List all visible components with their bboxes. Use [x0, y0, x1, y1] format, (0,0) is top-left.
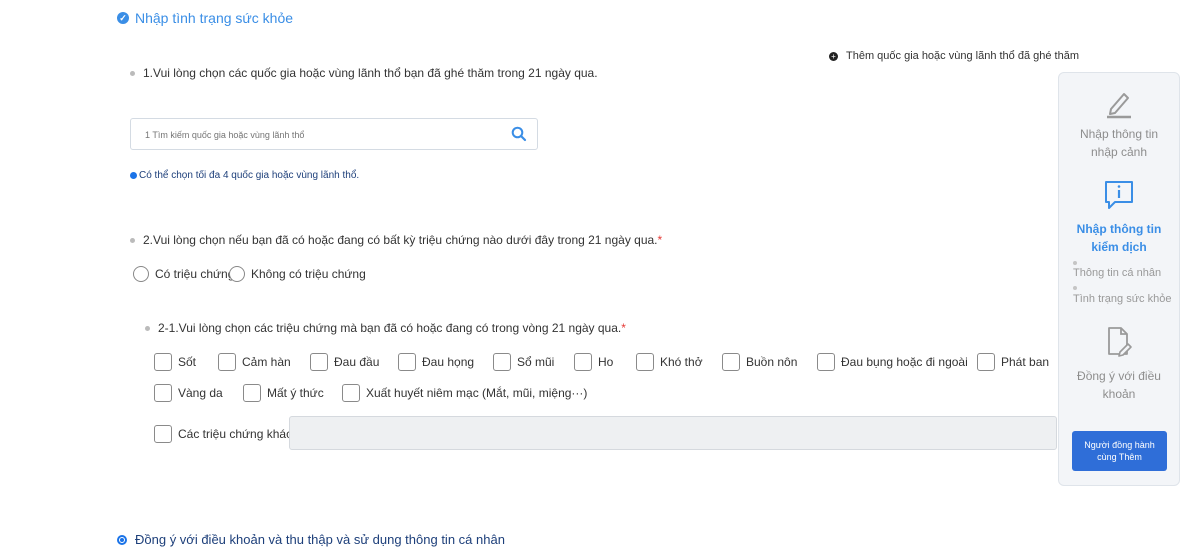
- checkbox[interactable]: [817, 353, 835, 371]
- checkbox[interactable]: [574, 353, 592, 371]
- symptom-label: Xuất huyết niêm mạc (Mắt, mũi, miệng···): [366, 386, 588, 400]
- add-companion-line2: cùng Thêm: [1097, 452, 1142, 462]
- checkbox[interactable]: [154, 425, 172, 443]
- symptom-label: Khó thở: [660, 355, 703, 369]
- symptom-nausea[interactable]: Buồn nôn: [722, 353, 797, 371]
- question-2: 2.Vui lòng chọn nếu bạn đã có hoặc đang …: [130, 233, 662, 247]
- radio-no-symptoms[interactable]: Không có triệu chứng: [229, 266, 366, 282]
- add-companion-line1: Người đồng hành: [1084, 440, 1155, 450]
- substep-personal-info[interactable]: Thông tin cá nhân: [1073, 267, 1161, 279]
- symptom-headache[interactable]: Đau đầu: [310, 353, 379, 371]
- add-country-label: Thêm quốc gia hoặc vùng lãnh thổ đã ghé …: [846, 50, 1079, 62]
- consent-section-title[interactable]: Đồng ý với điều khoản và thu thập và sử …: [117, 532, 505, 547]
- info-dot-icon: [130, 172, 137, 179]
- radio-no-symptoms-label: Không có triệu chứng: [251, 267, 366, 281]
- symptom-sore-throat[interactable]: Đau họng: [398, 353, 474, 371]
- step-agree-terms[interactable]: Đồng ý với điều khoản: [1059, 367, 1179, 403]
- symptom-fever[interactable]: Sốt: [154, 353, 196, 371]
- question-1-label: 1.Vui lòng chọn các quốc gia hoặc vùng l…: [143, 66, 598, 80]
- symptom-other-label: Các triệu chứng khác: [178, 427, 293, 441]
- symptom-label: Buồn nôn: [746, 355, 798, 369]
- symptom-other[interactable]: Các triệu chứng khác: [154, 425, 292, 443]
- question-2-1-label: 2-1.Vui lòng chọn các triệu chứng mà bạn…: [158, 321, 622, 335]
- country-search-input[interactable]: [143, 120, 507, 150]
- health-section-title: ✓ Nhập tình trạng sức khỏe: [117, 10, 293, 26]
- info-message-icon: [1105, 181, 1133, 209]
- symptom-label: Mất ý thức: [267, 386, 324, 400]
- check-circle-icon: ✓: [117, 12, 129, 24]
- symptom-label: Sổ mũi: [517, 355, 555, 369]
- country-search-box: [130, 118, 538, 150]
- bullet-dot-icon: [130, 237, 135, 243]
- step-quarantine-info-line2: kiểm dịch: [1091, 240, 1147, 254]
- progress-sidebar: Nhập thông tin nhập cảnh Nhập thông tin …: [1058, 72, 1180, 486]
- question-1: 1.Vui lòng chọn các quốc gia hoặc vùng l…: [130, 66, 598, 80]
- symptom-label: Sốt: [178, 355, 197, 369]
- pencil-icon: [1107, 93, 1131, 119]
- step-entry-info-line2: nhập cảnh: [1090, 145, 1148, 159]
- checkbox[interactable]: [977, 353, 995, 371]
- step-agree-terms-line1: Đồng ý với điều: [1077, 369, 1161, 383]
- checkbox[interactable]: [243, 384, 261, 402]
- radio-dot-icon: [117, 534, 127, 545]
- bullet-dot-icon: [130, 70, 135, 76]
- symptom-shortness-of-breath[interactable]: Khó thở: [636, 353, 703, 371]
- symptom-unconscious[interactable]: Mất ý thức: [243, 384, 324, 402]
- bullet-dot-icon: [145, 325, 150, 331]
- step-agree-terms-line2: khoản: [1102, 387, 1136, 401]
- symptom-label: Đau đầu: [334, 355, 380, 369]
- health-section-title-text: Nhập tình trạng sức khỏe: [135, 10, 294, 26]
- checkbox[interactable]: [154, 353, 172, 371]
- step-entry-info-line1: Nhập thông tin: [1079, 127, 1159, 141]
- radio-button[interactable]: [229, 266, 245, 282]
- step-quarantine-info-line1: Nhập thông tin: [1076, 222, 1162, 236]
- symptom-cough[interactable]: Ho: [574, 353, 613, 371]
- required-mark: *: [657, 233, 663, 247]
- country-limit-text: Có thể chọn tối đa 4 quốc gia hoặc vùng …: [139, 170, 360, 181]
- checkbox[interactable]: [398, 353, 416, 371]
- plus-circle-icon: +: [829, 51, 838, 61]
- checkbox[interactable]: [218, 353, 236, 371]
- checkbox[interactable]: [493, 353, 511, 371]
- step-entry-info[interactable]: Nhập thông tin nhập cảnh: [1059, 125, 1179, 161]
- checkbox[interactable]: [722, 353, 740, 371]
- radio-button[interactable]: [133, 266, 149, 282]
- symptom-label: Vàng da: [178, 386, 223, 400]
- substep-health-status[interactable]: Tình trạng sức khỏe: [1073, 293, 1171, 305]
- other-symptoms-input[interactable]: [289, 416, 1057, 450]
- document-edit-icon: [1108, 327, 1132, 357]
- symptom-chills[interactable]: Cảm hàn: [218, 353, 291, 371]
- consent-section-title-text: Đồng ý với điều khoản và thu thập và sử …: [135, 532, 505, 547]
- symptom-label: Đau họng: [422, 355, 475, 369]
- search-icon[interactable]: [511, 126, 527, 142]
- add-companion-button[interactable]: Người đồng hành cùng Thêm: [1072, 431, 1167, 471]
- country-limit-info: Có thể chọn tối đa 4 quốc gia hoặc vùng …: [130, 170, 359, 181]
- symptom-mucosal-bleeding[interactable]: Xuất huyết niêm mạc (Mắt, mũi, miệng···): [342, 384, 587, 402]
- symptom-label: Phát ban: [1001, 355, 1050, 369]
- required-mark: *: [621, 321, 626, 335]
- radio-has-symptoms[interactable]: Có triệu chứng: [133, 266, 234, 282]
- symptom-label: Đau bụng hoặc đi ngoài: [841, 355, 968, 369]
- checkbox[interactable]: [310, 353, 328, 371]
- checkbox[interactable]: [636, 353, 654, 371]
- question-2-label: 2.Vui lòng chọn nếu bạn đã có hoặc đang …: [143, 233, 658, 247]
- bullet-dot-icon: [1073, 261, 1077, 265]
- checkbox[interactable]: [154, 384, 172, 402]
- symptom-label: Cảm hàn: [242, 355, 291, 369]
- symptom-stomach-ache[interactable]: Đau bụng hoặc đi ngoài: [817, 353, 968, 371]
- question-2-1: 2-1.Vui lòng chọn các triệu chứng mà bạn…: [145, 321, 626, 335]
- add-country-link[interactable]: + Thêm quốc gia hoặc vùng lãnh thổ đã gh…: [829, 50, 1079, 62]
- checkbox[interactable]: [342, 384, 360, 402]
- step-quarantine-info[interactable]: Nhập thông tin kiểm dịch: [1059, 220, 1179, 256]
- symptom-runny-nose[interactable]: Sổ mũi: [493, 353, 554, 371]
- symptom-jaundice[interactable]: Vàng da: [154, 384, 223, 402]
- symptom-rash[interactable]: Phát ban: [977, 353, 1049, 371]
- bullet-dot-icon: [1073, 286, 1077, 290]
- radio-has-symptoms-label: Có triệu chứng: [155, 267, 235, 281]
- symptom-label: Ho: [598, 355, 614, 369]
